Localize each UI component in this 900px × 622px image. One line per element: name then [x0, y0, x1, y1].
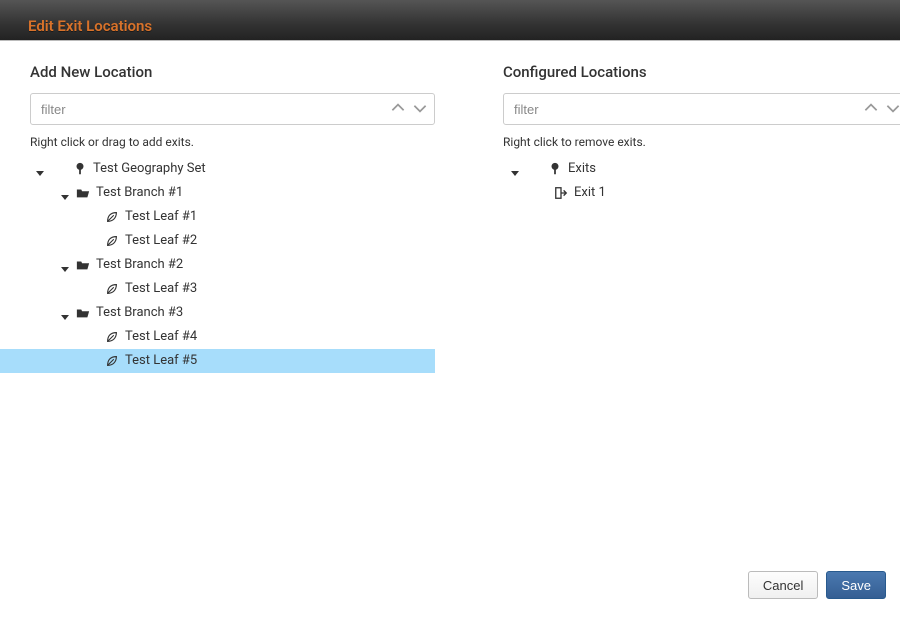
dialog-title: Edit Exit Locations	[28, 17, 152, 35]
configured-hint: Right click to remove exits.	[503, 135, 900, 149]
folder-open-icon	[76, 186, 90, 200]
tree-node-label: Test Leaf #3	[125, 277, 197, 301]
add-location-filter-input[interactable]	[30, 93, 435, 125]
cancel-button[interactable]: Cancel	[748, 571, 818, 599]
tree-node-label: Exits	[568, 157, 596, 181]
tree-node-label: Test Branch #1	[96, 181, 183, 205]
expand-toggle-icon[interactable]	[60, 259, 70, 269]
expand-toggle-icon[interactable]	[35, 163, 45, 173]
tree-leaf-node[interactable]: Test Leaf #2	[0, 229, 435, 253]
expand-toggle-icon[interactable]	[510, 163, 520, 173]
tree-root-node[interactable]: Exits	[485, 157, 890, 181]
folder-open-icon	[76, 306, 90, 320]
tree-node-label: Test Leaf #4	[125, 325, 197, 349]
exits-tree: Exits Exit 1	[485, 157, 890, 205]
save-button[interactable]: Save	[826, 571, 886, 599]
filter-nav-buttons	[862, 99, 900, 117]
exits-root-icon	[548, 162, 562, 176]
tree-root-node[interactable]: Test Geography Set	[0, 157, 435, 181]
leaf-icon	[105, 354, 119, 368]
add-location-heading: Add New Location	[30, 63, 465, 81]
tree-leaf-node[interactable]: Test Leaf #4	[0, 325, 435, 349]
configured-locations-heading: Configured Locations	[503, 63, 900, 81]
dialog-body: Add New Location Right click or drag to …	[0, 41, 900, 561]
dialog-footer: Cancel Save	[0, 561, 900, 599]
filter-prev-icon[interactable]	[862, 99, 880, 117]
tree-branch-node[interactable]: Test Branch #3	[0, 301, 435, 325]
leaf-icon	[105, 234, 119, 248]
tree-node-label: Test Leaf #2	[125, 229, 197, 253]
configured-filter-wrap	[503, 93, 900, 125]
expand-toggle-icon[interactable]	[60, 307, 70, 317]
tree-node-label: Test Leaf #5	[125, 349, 197, 373]
geography-set-icon	[73, 162, 87, 176]
add-location-panel: Add New Location Right click or drag to …	[0, 41, 485, 561]
filter-next-icon[interactable]	[884, 99, 900, 117]
tree-node-label: Exit 1	[574, 181, 606, 205]
filter-next-icon[interactable]	[411, 99, 429, 117]
configured-locations-panel: Configured Locations Right click to remo…	[485, 41, 900, 561]
filter-prev-icon[interactable]	[389, 99, 407, 117]
add-location-hint: Right click or drag to add exits.	[30, 135, 465, 149]
expand-toggle-icon[interactable]	[60, 187, 70, 197]
configured-filter-input[interactable]	[503, 93, 900, 125]
folder-open-icon	[76, 258, 90, 272]
leaf-icon	[105, 210, 119, 224]
exit-icon	[554, 186, 568, 200]
tree-leaf-node-selected[interactable]: Test Leaf #5	[0, 349, 435, 373]
tree-leaf-node[interactable]: Test Leaf #1	[0, 205, 435, 229]
tree-node-label: Test Branch #2	[96, 253, 183, 277]
tree-branch-node[interactable]: Test Branch #1	[0, 181, 435, 205]
tree-leaf-node[interactable]: Test Leaf #3	[0, 277, 435, 301]
leaf-icon	[105, 282, 119, 296]
filter-nav-buttons	[389, 99, 429, 117]
leaf-icon	[105, 330, 119, 344]
tree-node-label: Test Branch #3	[96, 301, 183, 325]
tree-branch-node[interactable]: Test Branch #2	[0, 253, 435, 277]
tree-node-label: Test Geography Set	[93, 157, 206, 181]
add-location-filter-wrap	[30, 93, 435, 125]
tree-exit-node[interactable]: Exit 1	[485, 181, 890, 205]
dialog-titlebar: Edit Exit Locations	[0, 0, 900, 41]
tree-node-label: Test Leaf #1	[125, 205, 197, 229]
geography-tree: Test Geography Set Test Branch #1 Test L…	[0, 157, 435, 373]
